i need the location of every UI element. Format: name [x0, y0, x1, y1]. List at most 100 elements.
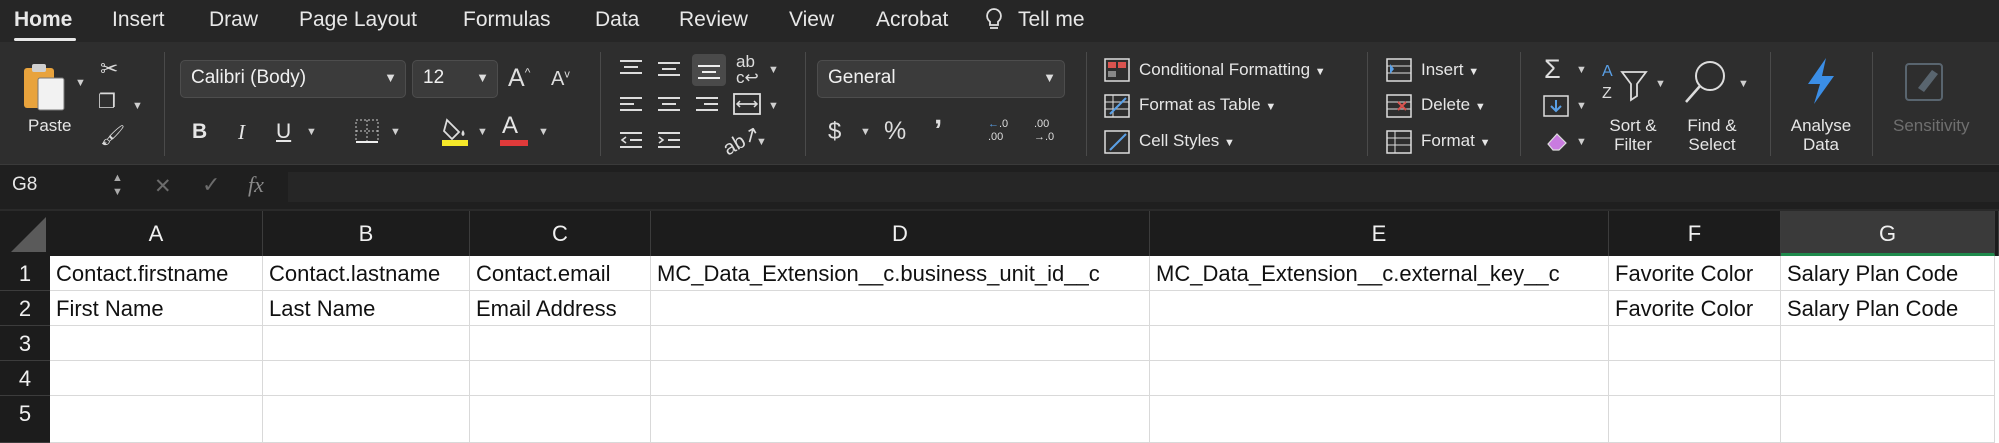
cell-f1[interactable]: Favorite Color	[1609, 256, 1781, 291]
enter-icon[interactable]: ✓	[202, 172, 220, 198]
cell-d3[interactable]	[651, 326, 1150, 361]
cell-a5[interactable]	[50, 396, 263, 443]
delete-cells-button[interactable]: Delete ▼	[1421, 95, 1486, 115]
font-color-icon[interactable]: A	[502, 112, 518, 140]
tab-insert[interactable]: Insert	[112, 8, 165, 32]
decrease-font-size-icon[interactable]: Av	[551, 68, 570, 91]
underline-chevron-down-icon[interactable]: ▼	[306, 126, 317, 138]
cell-e2[interactable]	[1150, 291, 1609, 326]
row-header-5[interactable]: 5	[0, 396, 50, 443]
autosum-icon[interactable]: Σ	[1544, 54, 1561, 85]
find-select-label[interactable]: Find & Select	[1684, 116, 1740, 154]
tab-review[interactable]: Review	[679, 8, 748, 32]
merge-chevron-down-icon[interactable]: ▼	[768, 100, 779, 112]
tab-page-layout[interactable]: Page Layout	[299, 8, 417, 32]
cell-f4[interactable]	[1609, 361, 1781, 396]
tab-home[interactable]: Home	[14, 8, 72, 32]
column-header-b[interactable]: B	[263, 211, 470, 256]
cell-f3[interactable]	[1609, 326, 1781, 361]
paste-icon[interactable]	[20, 60, 68, 117]
column-header-e[interactable]: E	[1150, 211, 1609, 256]
cell-g5[interactable]	[1781, 396, 1995, 443]
insert-function-icon[interactable]: fx	[248, 172, 264, 198]
analyse-data-label[interactable]: Analyse Data	[1788, 116, 1854, 154]
fill-color-icon[interactable]	[441, 116, 469, 151]
font-color-chevron-down-icon[interactable]: ▼	[538, 126, 549, 138]
format-cells-button[interactable]: Format ▼	[1421, 131, 1490, 151]
cell-f5[interactable]	[1609, 396, 1781, 443]
row-header-3[interactable]: 3	[0, 326, 50, 361]
cell-b2[interactable]: Last Name	[263, 291, 470, 326]
delete-cells-icon[interactable]	[1386, 94, 1412, 123]
tab-acrobat[interactable]: Acrobat	[876, 8, 948, 32]
conditional-formatting-button[interactable]: Conditional Formatting ▼	[1139, 60, 1326, 80]
cell-c3[interactable]	[470, 326, 651, 361]
cell-d2[interactable]	[651, 291, 1150, 326]
column-header-f[interactable]: F	[1609, 211, 1781, 256]
cell-b5[interactable]	[263, 396, 470, 443]
cell-g4[interactable]	[1781, 361, 1995, 396]
cell-g3[interactable]	[1781, 326, 1995, 361]
borders-chevron-down-icon[interactable]: ▼	[390, 126, 401, 138]
cell-a1[interactable]: Contact.firstname	[50, 256, 263, 291]
increase-font-size-icon[interactable]: A^	[508, 64, 530, 93]
underline-button[interactable]: U	[276, 120, 291, 144]
row-header-1[interactable]: 1	[0, 256, 50, 291]
formula-input[interactable]	[288, 172, 1999, 202]
align-right-icon[interactable]	[694, 94, 720, 121]
font-name-dropdown[interactable]: Calibri (Body) ▼	[180, 60, 406, 98]
cell-c1[interactable]: Contact.email	[470, 256, 651, 291]
tab-draw[interactable]: Draw	[209, 8, 258, 32]
sort-filter-icon[interactable]: AZ	[1602, 58, 1652, 111]
fill-chevron-down-icon[interactable]: ▼	[1576, 100, 1587, 112]
row-header-2[interactable]: 2	[0, 291, 50, 326]
name-box-stepper-icon[interactable]: ▲ ▼	[112, 171, 123, 199]
align-bottom-button[interactable]	[692, 54, 726, 86]
cell-d4[interactable]	[651, 361, 1150, 396]
number-format-dropdown[interactable]: General ▼	[817, 60, 1065, 98]
clear-chevron-down-icon[interactable]: ▼	[1576, 136, 1587, 148]
cell-b3[interactable]	[263, 326, 470, 361]
select-all-corner[interactable]	[0, 211, 50, 256]
merge-center-icon[interactable]	[732, 92, 762, 121]
cell-c2[interactable]: Email Address	[470, 291, 651, 326]
row-header-4[interactable]: 4	[0, 361, 50, 396]
column-header-c[interactable]: C	[470, 211, 651, 256]
cell-d1[interactable]: MC_Data_Extension__c.business_unit_id__c	[651, 256, 1150, 291]
increase-indent-icon[interactable]	[656, 130, 682, 157]
find-select-chevron-down-icon[interactable]: ▼	[1738, 78, 1749, 90]
tab-formulas[interactable]: Formulas	[463, 8, 551, 32]
align-top-icon[interactable]	[618, 58, 644, 85]
format-as-table-icon[interactable]	[1104, 94, 1130, 123]
conditional-formatting-icon[interactable]	[1104, 58, 1130, 87]
column-header-h[interactable]	[1995, 211, 1999, 256]
insert-cells-icon[interactable]	[1386, 58, 1412, 87]
cell-e4[interactable]	[1150, 361, 1609, 396]
cell-a3[interactable]	[50, 326, 263, 361]
format-cells-icon[interactable]	[1386, 130, 1412, 159]
increase-decimal-button[interactable]: ←.0.00	[988, 118, 1008, 144]
decrease-decimal-button[interactable]: .00 →.0	[1034, 118, 1054, 144]
italic-button[interactable]: I	[238, 120, 245, 145]
format-as-table-button[interactable]: Format as Table ▼	[1139, 95, 1276, 115]
analyse-data-icon[interactable]	[1802, 56, 1838, 111]
cell-f2[interactable]: Favorite Color	[1609, 291, 1781, 326]
fill-icon[interactable]	[1542, 94, 1570, 123]
cut-icon[interactable]: ✂	[100, 58, 118, 80]
cell-a2[interactable]: First Name	[50, 291, 263, 326]
cell-styles-icon[interactable]	[1104, 130, 1130, 159]
accounting-chevron-down-icon[interactable]: ▼	[860, 126, 871, 138]
tab-data[interactable]: Data	[595, 8, 639, 32]
name-box[interactable]: G8	[12, 174, 37, 196]
cell-styles-button[interactable]: Cell Styles ▼	[1139, 131, 1235, 151]
align-center-icon[interactable]	[656, 94, 682, 121]
percent-style-button[interactable]: %	[884, 117, 906, 146]
column-header-d[interactable]: D	[651, 211, 1150, 256]
cell-e3[interactable]	[1150, 326, 1609, 361]
cell-e5[interactable]	[1150, 396, 1609, 443]
autosum-chevron-down-icon[interactable]: ▼	[1576, 64, 1587, 76]
cell-a4[interactable]	[50, 361, 263, 396]
copy-icon[interactable]: ❐	[98, 92, 116, 112]
sort-filter-chevron-down-icon[interactable]: ▼	[1655, 78, 1666, 90]
tell-me-search[interactable]: Tell me	[1018, 8, 1085, 32]
